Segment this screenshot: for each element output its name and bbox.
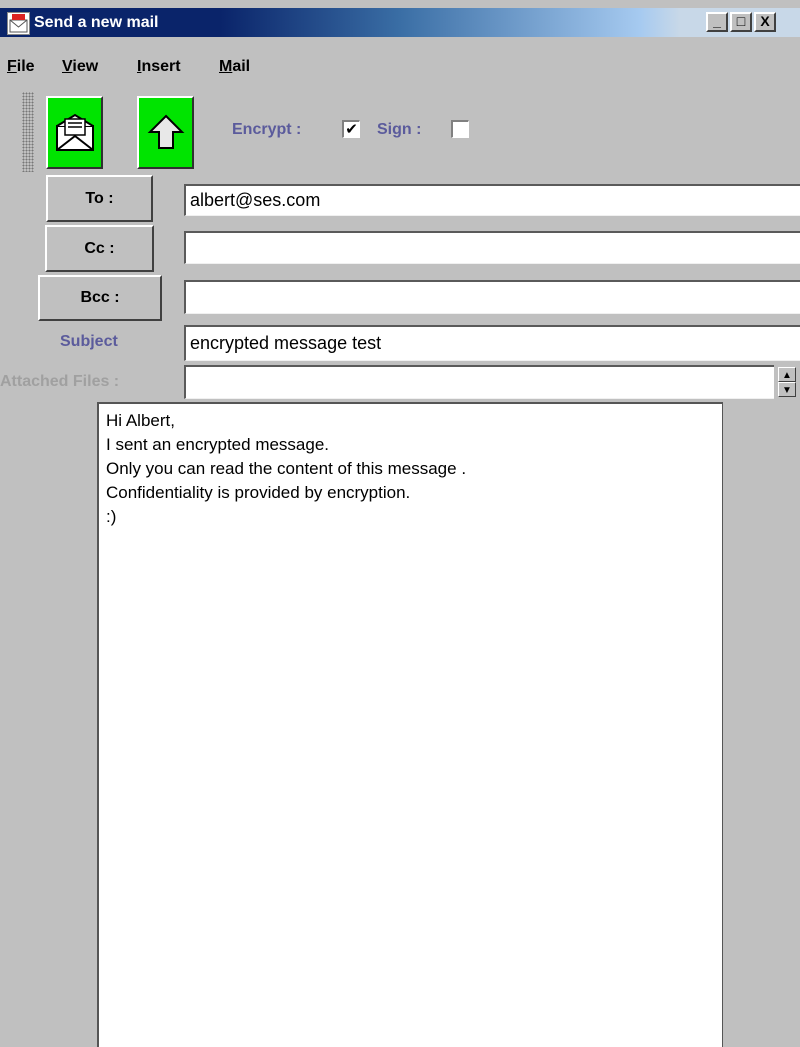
encrypt-label: Encrypt : [232, 121, 302, 138]
title-bar[interactable]: Send a new mail _ □ X [0, 8, 800, 37]
menu-view-mnemonic: V [62, 58, 73, 75]
bcc-field[interactable] [184, 280, 800, 314]
subject-label: Subject [60, 333, 118, 350]
send-button[interactable] [46, 96, 103, 169]
menu-mail-rest: ail [232, 58, 251, 75]
body-line: I sent an encrypted message. [106, 435, 330, 454]
body-line: Hi Albert, [106, 411, 175, 430]
maximize-button[interactable]: □ [730, 12, 752, 32]
attached-files-label: Attached Files : [0, 373, 120, 390]
body-line: Confidentiality is provided by encryptio… [106, 483, 411, 502]
menu-file-rest: ile [16, 58, 35, 75]
cc-button[interactable]: Cc : [45, 225, 154, 272]
menu-view-rest: iew [72, 58, 99, 75]
spinner-up-icon[interactable]: ▲ [778, 367, 796, 382]
menu-insert-rest: nsert [141, 58, 181, 75]
subject-field[interactable]: encrypted message test [184, 325, 800, 361]
body-line: :) [106, 507, 117, 526]
sign-label: Sign : [377, 121, 422, 138]
to-field[interactable]: albert@ses.com [184, 184, 800, 216]
close-button[interactable]: X [754, 12, 776, 32]
menu-mail-mnemonic: M [219, 58, 233, 75]
body-line: Only you can read the content of this me… [106, 459, 467, 478]
attached-files-field[interactable] [184, 365, 774, 399]
menu-file[interactable]: File [7, 58, 35, 76]
menu-mail[interactable]: Mail [219, 58, 250, 76]
window-title: Send a new mail [34, 14, 159, 31]
cc-field[interactable] [184, 231, 800, 264]
menu-insert[interactable]: Insert [137, 58, 181, 76]
spinner-down-icon[interactable]: ▼ [778, 382, 796, 397]
upload-button[interactable] [137, 96, 194, 169]
attached-files-spinner[interactable]: ▲ ▼ [774, 365, 800, 399]
app-icon [7, 12, 30, 35]
minimize-button[interactable]: _ [706, 12, 728, 32]
menu-view[interactable]: View [62, 58, 98, 76]
to-button[interactable]: To : [46, 175, 153, 222]
menu-bar: File View Insert Mail [0, 37, 800, 88]
toolbar-grip[interactable] [22, 92, 34, 172]
menu-file-mnemonic: F [7, 58, 17, 75]
message-body[interactable]: Hi Albert, I sent an encrypted message. … [97, 402, 723, 1047]
bcc-button[interactable]: Bcc : [38, 275, 162, 321]
encrypt-checkbox[interactable]: ✔ [342, 120, 360, 138]
sign-checkbox[interactable] [451, 120, 469, 138]
